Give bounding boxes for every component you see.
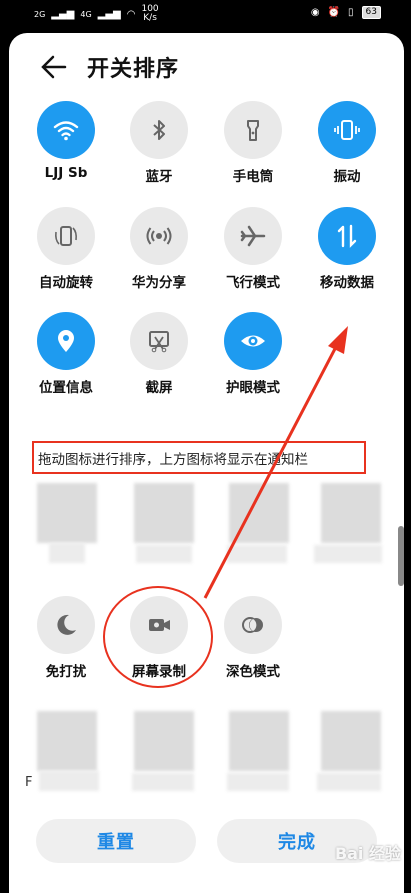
location-icon [37,312,95,370]
tile-mobile-data[interactable]: 移动数据 [296,207,390,307]
tile-label: 移动数据 [320,275,374,291]
blurred-tile [321,711,381,771]
tile-screenshot[interactable]: 截屏 [108,312,202,412]
eye-status-icon: ◉ [310,7,320,18]
blurred-tile [37,711,97,771]
header: 开关排序 [9,33,404,99]
switch-order-panel: 开关排序 LJJ Sb 蓝牙 手电筒 振动 自动旋转 华为分享 飞行模式 移动数… [9,33,404,893]
tile-bluetooth[interactable]: 蓝牙 [108,101,202,201]
sort-hint-text: 拖动图标进行排序，上方图标将显示在通知栏 [38,452,308,468]
tile-auto-rotate[interactable]: 自动旋转 [15,207,109,307]
tile-label: 护眼模式 [226,380,280,396]
battery-indicator: 63 [361,6,381,19]
tile-huawei-share[interactable]: 华为分享 [108,207,202,307]
page-title: 开关排序 [87,57,180,82]
blurred-tile [229,711,289,771]
blurred-tile-label [317,773,381,791]
wifi-status-icon: ◠ [126,8,136,20]
wifi-icon [37,101,95,159]
blurred-tile [37,483,97,543]
tile-label: 自动旋转 [39,275,93,291]
blurred-tile-label [227,545,287,563]
status-left: 2G ▂▄▆ 4G ▂▄▆ ◠ 100 K/s [34,5,159,23]
blurred-tile [229,483,289,543]
tile-label: 蓝牙 [145,169,173,185]
status-right: ◉ ⏰ ▯ 63 [311,6,381,19]
vibrate-icon [318,101,376,159]
tile-label: 振动 [333,169,361,185]
annotation-circle [103,586,213,688]
auto-rotate-icon [37,207,95,265]
tile-label: 深色模式 [226,664,280,680]
mobile-data-icon [318,207,376,265]
flashlight-icon [224,101,282,159]
tile-eye-comfort[interactable]: 护眼模式 [202,312,296,412]
signal-2g-label: 2G [34,9,46,19]
tile-label: 截屏 [145,380,173,396]
blurred-tile-label [39,771,99,791]
blurred-tile-label [132,773,194,791]
tile-label: LJJ Sb [44,165,88,181]
network-speed: 100 K/s [141,5,158,23]
vibrate-status-icon: ▯ [348,7,354,18]
tile-label: 华为分享 [132,275,186,291]
scroll-indicator[interactable] [398,526,404,586]
signal-icon-2: ▂▄▆ [97,8,121,20]
status-bar: 2G ▂▄▆ 4G ▂▄▆ ◠ 100 K/s ◉ ⏰ ▯ 63 [0,0,411,32]
airplane-icon [224,207,282,265]
blurred-tile-label [314,545,382,563]
speed-unit: K/s [143,13,157,23]
signal-icon: ▂▄▆ [51,8,75,20]
blurred-tile [134,711,194,771]
tile-vibrate[interactable]: 振动 [296,101,390,201]
tile-do-not-disturb[interactable]: 免打扰 [15,596,109,696]
moon-icon [37,596,95,654]
screenshot-icon [130,312,188,370]
reset-button[interactable]: 重置 [36,819,196,863]
tile-flashlight[interactable]: 手电筒 [202,101,296,201]
tile-label: 位置信息 [39,380,93,396]
tile-location[interactable]: 位置信息 [15,312,109,412]
tile-wifi[interactable]: LJJ Sb [15,101,109,201]
tile-dark-mode[interactable]: 深色模式 [202,596,296,696]
tile-label: 免打扰 [45,664,87,680]
back-arrow-icon[interactable] [39,53,69,81]
blurred-tile [134,483,194,543]
blurred-tile [321,483,381,543]
tile-airplane[interactable]: 飞行模式 [202,207,296,307]
alarm-icon: ⏰ [327,7,341,18]
tile-label: 手电筒 [232,169,274,185]
blurred-tile-label [227,773,289,791]
eye-icon [224,312,282,370]
tile-label: 飞行模式 [226,275,280,291]
dark-mode-icon [224,596,282,654]
signal-4g-label: 4G [80,9,92,19]
watermark: Bai 经验 [334,844,401,863]
blurred-tile-label [136,545,192,563]
share-icon [130,207,188,265]
bluetooth-icon [130,101,188,159]
partial-tile-label: F [25,775,33,790]
blurred-tile-label [49,543,85,563]
